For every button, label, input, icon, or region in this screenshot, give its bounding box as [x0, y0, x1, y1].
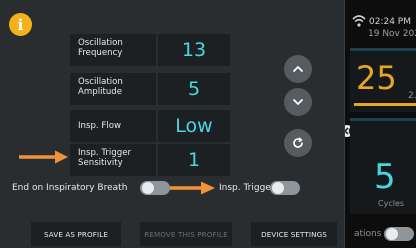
info-button[interactable]: i [9, 13, 32, 36]
setting-row-oscillation-frequency: Oscillation Frequency 13 [70, 34, 230, 66]
chevron-down-icon [293, 99, 303, 105]
reset-button[interactable] [284, 129, 312, 157]
setting-value-insp-flow[interactable]: Low [158, 110, 230, 142]
setting-label: Oscillation Amplitude [70, 73, 156, 105]
setting-row-oscillation-amplitude: Oscillation Amplitude 5 [70, 73, 230, 105]
setting-label: Insp. Trigger Sensitivity [70, 144, 156, 176]
cycles-value: 5 [374, 157, 396, 197]
info-icon: i [17, 15, 24, 34]
setting-value-insp-trigger-sensitivity[interactable]: 1 [158, 144, 230, 176]
setting-row-insp-trigger-sensitivity: Insp. Trigger Sensitivity 1 [70, 144, 230, 176]
insp-trigger-label: Insp. Trigger [219, 183, 275, 193]
insp-trigger-toggle[interactable] [270, 181, 300, 195]
device-settings-button[interactable]: DEVICE SETTINGS [251, 222, 337, 246]
toggle-knob [272, 182, 284, 194]
toggle-knob [142, 182, 154, 194]
background-toggle[interactable] [384, 227, 414, 241]
clock-time: 02:24 PM [369, 17, 411, 27]
end-on-inspiratory-breath-toggle[interactable] [140, 181, 170, 195]
increment-button[interactable] [284, 55, 312, 83]
top-tile-bar [354, 103, 416, 106]
setting-row-insp-flow: Insp. Flow Low [70, 110, 230, 142]
end-on-inspiratory-breath-label: End on Inspiratory Breath [12, 183, 128, 193]
background-bottom-label: ations [354, 229, 382, 239]
remove-this-profile-button[interactable]: REMOVE THIS PROFILE [140, 222, 232, 246]
clock-date: 19 Nov 202 [368, 29, 416, 39]
arrow-annotation-icon [19, 150, 68, 164]
chevron-up-icon [293, 66, 303, 72]
cycles-label: Cycles [378, 199, 405, 208]
background-tile-top: 25 2.4 [350, 48, 416, 112]
save-as-profile-button[interactable]: SAVE AS PROFILE [31, 222, 121, 246]
setting-value-oscillation-frequency[interactable]: 13 [158, 34, 230, 66]
setting-value-oscillation-amplitude[interactable]: 5 [158, 73, 230, 105]
wifi-icon [352, 15, 366, 27]
top-tile-value: 25 [356, 59, 397, 97]
background-tile-cycles: 5 Cycles [350, 118, 416, 214]
oscillation-settings-panel: i Oscillation Frequency 13 Oscillation A… [0, 0, 345, 248]
refresh-icon [293, 137, 303, 148]
top-tile-unit: 2.4 [408, 91, 416, 101]
setting-label: Insp. Flow [70, 110, 156, 142]
setting-label: Oscillation Frequency [70, 34, 156, 66]
decrement-button[interactable] [284, 88, 312, 116]
